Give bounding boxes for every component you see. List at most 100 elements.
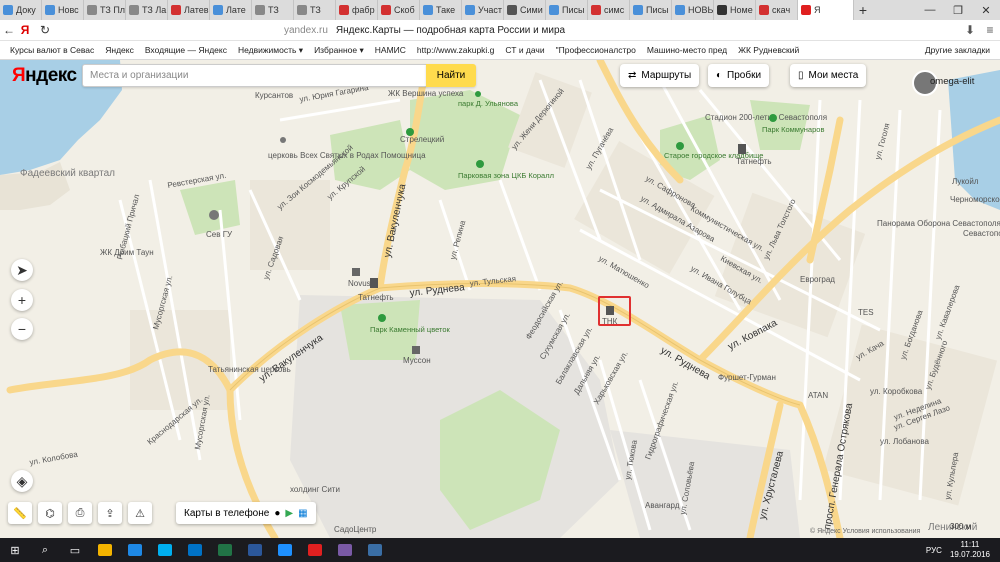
tab-label: Номе [730, 5, 753, 15]
browser-tab[interactable]: скач [756, 0, 798, 20]
taskbar-app-icon[interactable] [240, 538, 270, 562]
tab-label: Новс [58, 5, 79, 15]
browser-tab[interactable]: Я [798, 0, 854, 20]
browser-tab[interactable]: Скоб [378, 0, 420, 20]
new-tab-button[interactable]: + [854, 0, 872, 20]
poi-label: ЖК Вершина успеха [388, 89, 464, 98]
close-window-icon[interactable]: ✕ [972, 0, 1000, 20]
poi-label: ATAN [808, 391, 828, 400]
favicon-icon [717, 5, 727, 15]
ruler-icon[interactable]: 📏 [8, 502, 32, 524]
map-view[interactable]: Фадеевский квартал Ленинский ул. Руднева… [0, 60, 1000, 538]
taskbar-app-icon[interactable] [300, 538, 330, 562]
maximize-icon[interactable]: ❐ [944, 0, 972, 20]
browser-tab[interactable]: Доку [0, 0, 42, 20]
bookmark-item[interactable]: Избранное ▾ [314, 45, 364, 56]
task-view-icon[interactable]: ▭ [60, 538, 90, 562]
tab-label: Латев [184, 5, 209, 15]
taskbar-app-icon[interactable] [360, 538, 390, 562]
yandex-logo[interactable]: Яндекс [12, 65, 77, 87]
taskbar-app-icon[interactable] [180, 538, 210, 562]
bookmark-item[interactable]: Входящие — Яндекс [145, 45, 227, 56]
clock[interactable]: 11:11 19.07.2016 [950, 540, 990, 560]
bookmark-other[interactable]: Другие закладки [925, 45, 990, 55]
browser-tab[interactable]: Новс [42, 0, 84, 20]
bookmark-item[interactable]: http://www.zakupki.g [417, 45, 494, 56]
app-icon [218, 544, 232, 556]
yandex-browser-logo[interactable]: Я [18, 23, 32, 37]
browser-tab[interactable]: симс [588, 0, 630, 20]
browser-tab[interactable]: Сими [504, 0, 546, 20]
taskbar-app-icon[interactable] [150, 538, 180, 562]
layers-icon[interactable]: ◈ [11, 470, 33, 492]
poi-label: Муссон [403, 356, 431, 365]
share-icon[interactable]: ⇪ [98, 502, 122, 524]
mobile-app-button[interactable]: Карты в телефоне ● ▶ ▦ [176, 502, 316, 524]
scale-label: 300 м [950, 522, 972, 531]
browser-tab[interactable]: Писы [546, 0, 588, 20]
binoculars-icon[interactable]: ⌬ [38, 502, 62, 524]
reload-icon[interactable]: ↻ [36, 23, 54, 37]
apple-icon: ● [274, 507, 281, 519]
app-icon [278, 544, 292, 556]
poi-label: Стадион 200-летия Севастополя [705, 113, 827, 122]
username[interactable]: omega-elit [930, 76, 974, 87]
bookmark-item[interactable]: Машино-место пред [647, 45, 727, 56]
browser-tab[interactable]: Участ [462, 0, 504, 20]
browser-tab[interactable]: Номе [714, 0, 756, 20]
copyright[interactable]: © Яндекс Условия использования [810, 528, 920, 535]
browser-tab[interactable]: ТЗ [252, 0, 294, 20]
poi-label: TES [858, 308, 874, 317]
my-places-button[interactable]: ▯ Мои места [790, 64, 867, 87]
browser-tab[interactable]: Латев [168, 0, 210, 20]
menu-icon[interactable]: ≡ [980, 23, 1000, 37]
search-input[interactable]: Места и организации [82, 64, 427, 87]
zoom-out-button[interactable]: − [11, 318, 33, 340]
taskbar-app-icon[interactable] [90, 538, 120, 562]
map-canvas[interactable]: Фадеевский квартал Ленинский ул. Руднева… [0, 60, 1000, 538]
search-button[interactable]: Найти [426, 64, 476, 87]
bookmark-item[interactable]: СТ и дачи [505, 45, 544, 56]
bookmark-item[interactable]: ЖК Рудневский [738, 45, 799, 56]
tab-label: ТЗ [310, 5, 321, 15]
taskbar-app-icon[interactable] [270, 538, 300, 562]
back-icon[interactable]: ← [0, 23, 18, 37]
location-icon[interactable]: ➤ [11, 259, 33, 281]
language-indicator[interactable]: РУС [926, 546, 942, 555]
browser-tab[interactable]: ТЗ [294, 0, 336, 20]
bookmark-item[interactable]: Курсы валют в Севас [10, 45, 94, 56]
browser-tab[interactable]: Таке [420, 0, 462, 20]
windows-start-icon[interactable]: ⊞ [0, 538, 30, 562]
minimize-icon[interactable]: — [916, 0, 944, 20]
browser-tab[interactable]: НОВЫ [672, 0, 714, 20]
warning-icon[interactable]: ⚠ [128, 502, 152, 524]
bookmark-item[interactable]: Недвижимость ▾ [238, 45, 303, 56]
taskbar-app-icon[interactable] [120, 538, 150, 562]
bookmark-item[interactable]: "Профессионалстро [556, 45, 636, 56]
traffic-button[interactable]: ◐ Пробки [708, 64, 770, 87]
poi-label: Парк Коммунаров [762, 125, 824, 134]
tab-label: ТЗ Пл [100, 5, 126, 15]
browser-tab[interactable]: Лате [210, 0, 252, 20]
bookmark-item[interactable]: НАМИС [375, 45, 406, 56]
print-icon[interactable]: ⎙ [68, 502, 92, 524]
favicon-icon [423, 5, 433, 15]
bookmark-item[interactable]: Яндекс [105, 45, 134, 56]
browser-tab[interactable]: Писы [630, 0, 672, 20]
browser-tab[interactable]: ТЗ Пл [84, 0, 126, 20]
search-icon[interactable]: ⌕ [30, 538, 60, 562]
taskbar-app-icon[interactable] [210, 538, 240, 562]
browser-tab[interactable]: фабр [336, 0, 378, 20]
address-bar[interactable]: ← Я ↻ yandex.ru Яндекс.Карты — подробная… [0, 20, 1000, 41]
zoom-in-button[interactable]: + [11, 289, 33, 311]
poi-label: Татнефть [736, 157, 772, 166]
favicon-icon [507, 5, 517, 15]
browser-tab[interactable]: ТЗ Ла [126, 0, 168, 20]
downloads-icon[interactable]: ⬇ [960, 23, 980, 37]
taskbar-app-icon[interactable] [330, 538, 360, 562]
favicon-icon [381, 5, 391, 15]
routes-button[interactable]: ⇄ Маршруты [620, 64, 700, 87]
url-domain[interactable]: yandex.ru [284, 25, 328, 36]
favicon-icon [87, 5, 97, 15]
favicon-icon [255, 5, 265, 15]
